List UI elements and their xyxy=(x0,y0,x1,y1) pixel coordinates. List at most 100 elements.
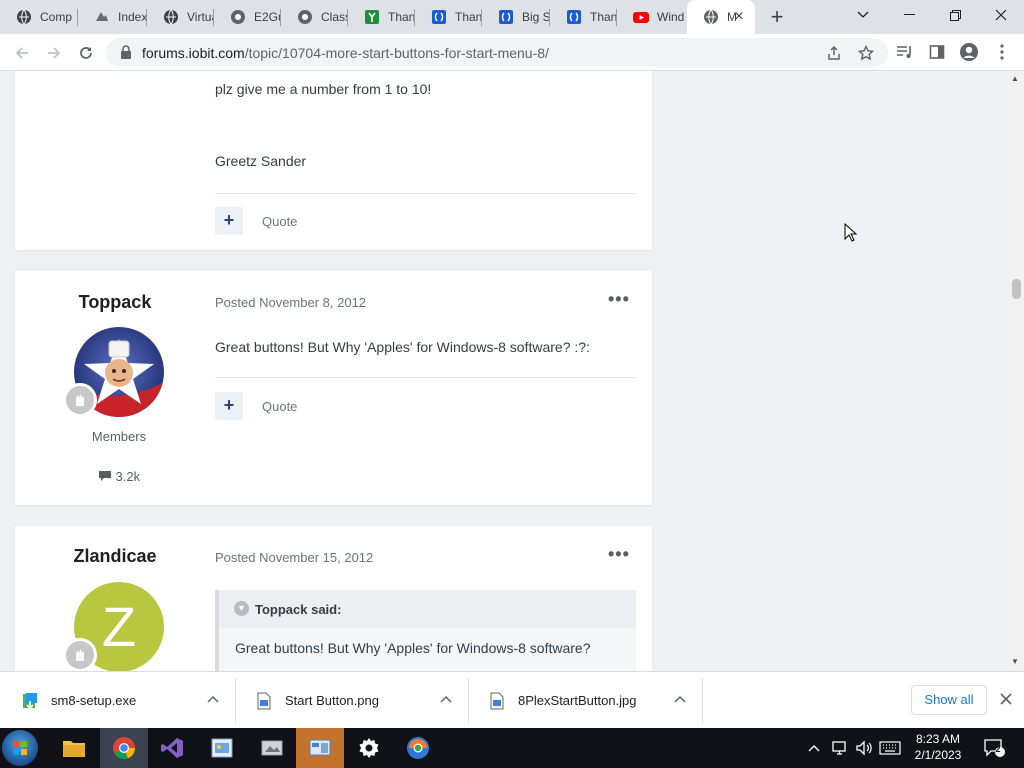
comment-icon xyxy=(98,469,112,484)
clock-date: 2/1/2023 xyxy=(914,748,962,762)
lock-icon xyxy=(120,45,132,64)
download-item[interactable]: 8PlexStartButton.jpg xyxy=(470,678,703,723)
quote-button[interactable]: Quote xyxy=(262,214,297,229)
notifications-icon[interactable]: 2 xyxy=(980,728,1008,768)
control-panel-icon[interactable] xyxy=(296,728,344,768)
globe-icon xyxy=(297,9,313,25)
scroll-down-icon[interactable]: ▼ xyxy=(1011,657,1019,666)
post-count-value: 3.2k xyxy=(115,469,141,484)
author-name[interactable]: Zlandicae xyxy=(15,546,215,567)
forward-button[interactable] xyxy=(40,39,68,67)
tray-expand-icon[interactable] xyxy=(804,728,824,768)
keyboard-icon[interactable] xyxy=(876,728,904,768)
reload-button[interactable] xyxy=(72,39,100,67)
forum-post: Zlandicae Z Posted November 15, 2012 •••… xyxy=(15,526,652,671)
address-bar[interactable]: forums.iobit.com/topic/10704-more-start-… xyxy=(106,38,888,67)
tab-class[interactable]: Class xyxy=(281,0,347,34)
clock-time: 8:23 AM xyxy=(915,732,961,746)
quote-text: Great buttons! But Why 'Apples' for Wind… xyxy=(235,640,591,656)
post-count: 3.2k xyxy=(15,469,223,484)
tab-thank-1[interactable]: Thank xyxy=(348,0,414,34)
tab-label: Thank xyxy=(455,10,481,24)
chevron-up-icon[interactable] xyxy=(674,692,686,706)
author-name[interactable]: Toppack xyxy=(15,292,215,313)
close-window-button[interactable] xyxy=(978,0,1024,30)
tab-label: Virtua xyxy=(187,10,213,24)
tab-label: Wind xyxy=(657,10,685,24)
tab-e2gu[interactable]: E2Gu xyxy=(214,0,280,34)
paint-icon[interactable] xyxy=(198,728,246,768)
chevron-down-icon: ▼ xyxy=(234,601,249,616)
page-scrollbar[interactable]: ▲ ▼ xyxy=(1008,71,1024,671)
tab-label: Class xyxy=(321,10,347,24)
system-clock[interactable]: 8:23 AM 2/1/2023 xyxy=(906,731,970,763)
quote-citation-text: Toppack said: xyxy=(255,602,342,617)
tab-label: Index xyxy=(118,10,146,24)
windows-start-button[interactable] xyxy=(2,730,38,766)
tab-big-s[interactable]: Big S xyxy=(482,0,549,34)
quote-citation[interactable]: ▼ Toppack said: xyxy=(219,590,636,628)
rank-badge-icon xyxy=(63,638,97,671)
quote-button[interactable]: Quote xyxy=(262,399,297,414)
chevron-up-icon[interactable] xyxy=(207,692,219,706)
scroll-thumb[interactable] xyxy=(1012,279,1021,299)
tab-label: Thank xyxy=(590,10,616,24)
tab-wind[interactable]: Wind xyxy=(617,0,685,34)
network-icon[interactable] xyxy=(828,728,852,768)
url-host: forums.iobit.com xyxy=(142,45,245,61)
menu-kebab-icon[interactable] xyxy=(991,41,1013,63)
media-control-icon[interactable] xyxy=(894,41,916,63)
chevron-up-icon[interactable] xyxy=(440,692,452,706)
blue-bracket-icon xyxy=(431,9,447,25)
download-filename: Start Button.png xyxy=(285,693,379,708)
new-tab-button[interactable]: + xyxy=(764,5,790,31)
side-panel-icon[interactable] xyxy=(926,41,948,63)
restore-button[interactable] xyxy=(932,0,978,30)
download-item[interactable]: Start Button.png xyxy=(237,678,469,723)
back-button[interactable] xyxy=(8,39,36,67)
quote-block: ▼ Toppack said: Great buttons! But Why '… xyxy=(215,590,636,671)
screenshot-tool-icon[interactable] xyxy=(248,728,296,768)
file-explorer-icon[interactable] xyxy=(50,728,98,768)
post-date[interactable]: Posted November 8, 2012 xyxy=(215,295,366,310)
chrome-icon[interactable] xyxy=(100,728,148,768)
post-options-icon[interactable]: ••• xyxy=(608,289,630,310)
tab-label: Big S xyxy=(522,10,549,24)
browser-alt-icon[interactable] xyxy=(394,728,442,768)
minimize-button[interactable] xyxy=(886,0,932,30)
post-date[interactable]: Posted November 15, 2012 xyxy=(215,550,373,565)
member-group: Members xyxy=(91,429,147,444)
show-all-downloads-button[interactable]: Show all xyxy=(911,685,987,715)
post-options-icon[interactable]: ••• xyxy=(608,544,630,565)
download-item[interactable]: sm8-setup.exe xyxy=(0,678,236,723)
tab-search-icon[interactable] xyxy=(840,0,886,30)
globe-icon xyxy=(163,9,179,25)
tab-active[interactable]: M × xyxy=(687,0,755,34)
tab-virtua[interactable]: Virtua xyxy=(147,0,213,34)
notification-count: 2 xyxy=(995,744,1001,754)
close-downloads-icon[interactable] xyxy=(996,689,1016,709)
browser-toolbar: forums.iobit.com/topic/10704-more-start-… xyxy=(0,34,1024,71)
globe-icon xyxy=(703,9,719,25)
tab-comp[interactable]: Comp xyxy=(0,0,77,34)
url-path: /topic/10704-more-start-buttons-for-star… xyxy=(244,45,549,61)
mouse-cursor-icon xyxy=(844,222,858,248)
settings-gear-icon[interactable] xyxy=(345,728,393,768)
url-text[interactable]: forums.iobit.com/topic/10704-more-start-… xyxy=(142,45,549,61)
profile-avatar-icon[interactable] xyxy=(958,41,980,63)
scroll-up-icon[interactable]: ▲ xyxy=(1011,74,1019,83)
tab-index[interactable]: Index xyxy=(78,0,146,34)
visual-studio-icon[interactable] xyxy=(148,728,196,768)
close-tab-icon[interactable]: × xyxy=(731,9,747,25)
post-divider xyxy=(215,193,636,194)
tab-thank-2[interactable]: Thank xyxy=(415,0,481,34)
multiquote-button[interactable]: + xyxy=(215,207,243,235)
bookmark-star-icon[interactable] xyxy=(856,43,876,63)
share-icon[interactable] xyxy=(824,43,844,63)
globe-icon xyxy=(16,9,32,25)
installer-icon xyxy=(21,691,39,711)
tab-thank-3[interactable]: Thank xyxy=(550,0,616,34)
post-text: plz give me a number from 1 to 10! xyxy=(215,81,432,97)
multiquote-button[interactable]: + xyxy=(215,392,243,420)
volume-icon[interactable] xyxy=(852,728,876,768)
